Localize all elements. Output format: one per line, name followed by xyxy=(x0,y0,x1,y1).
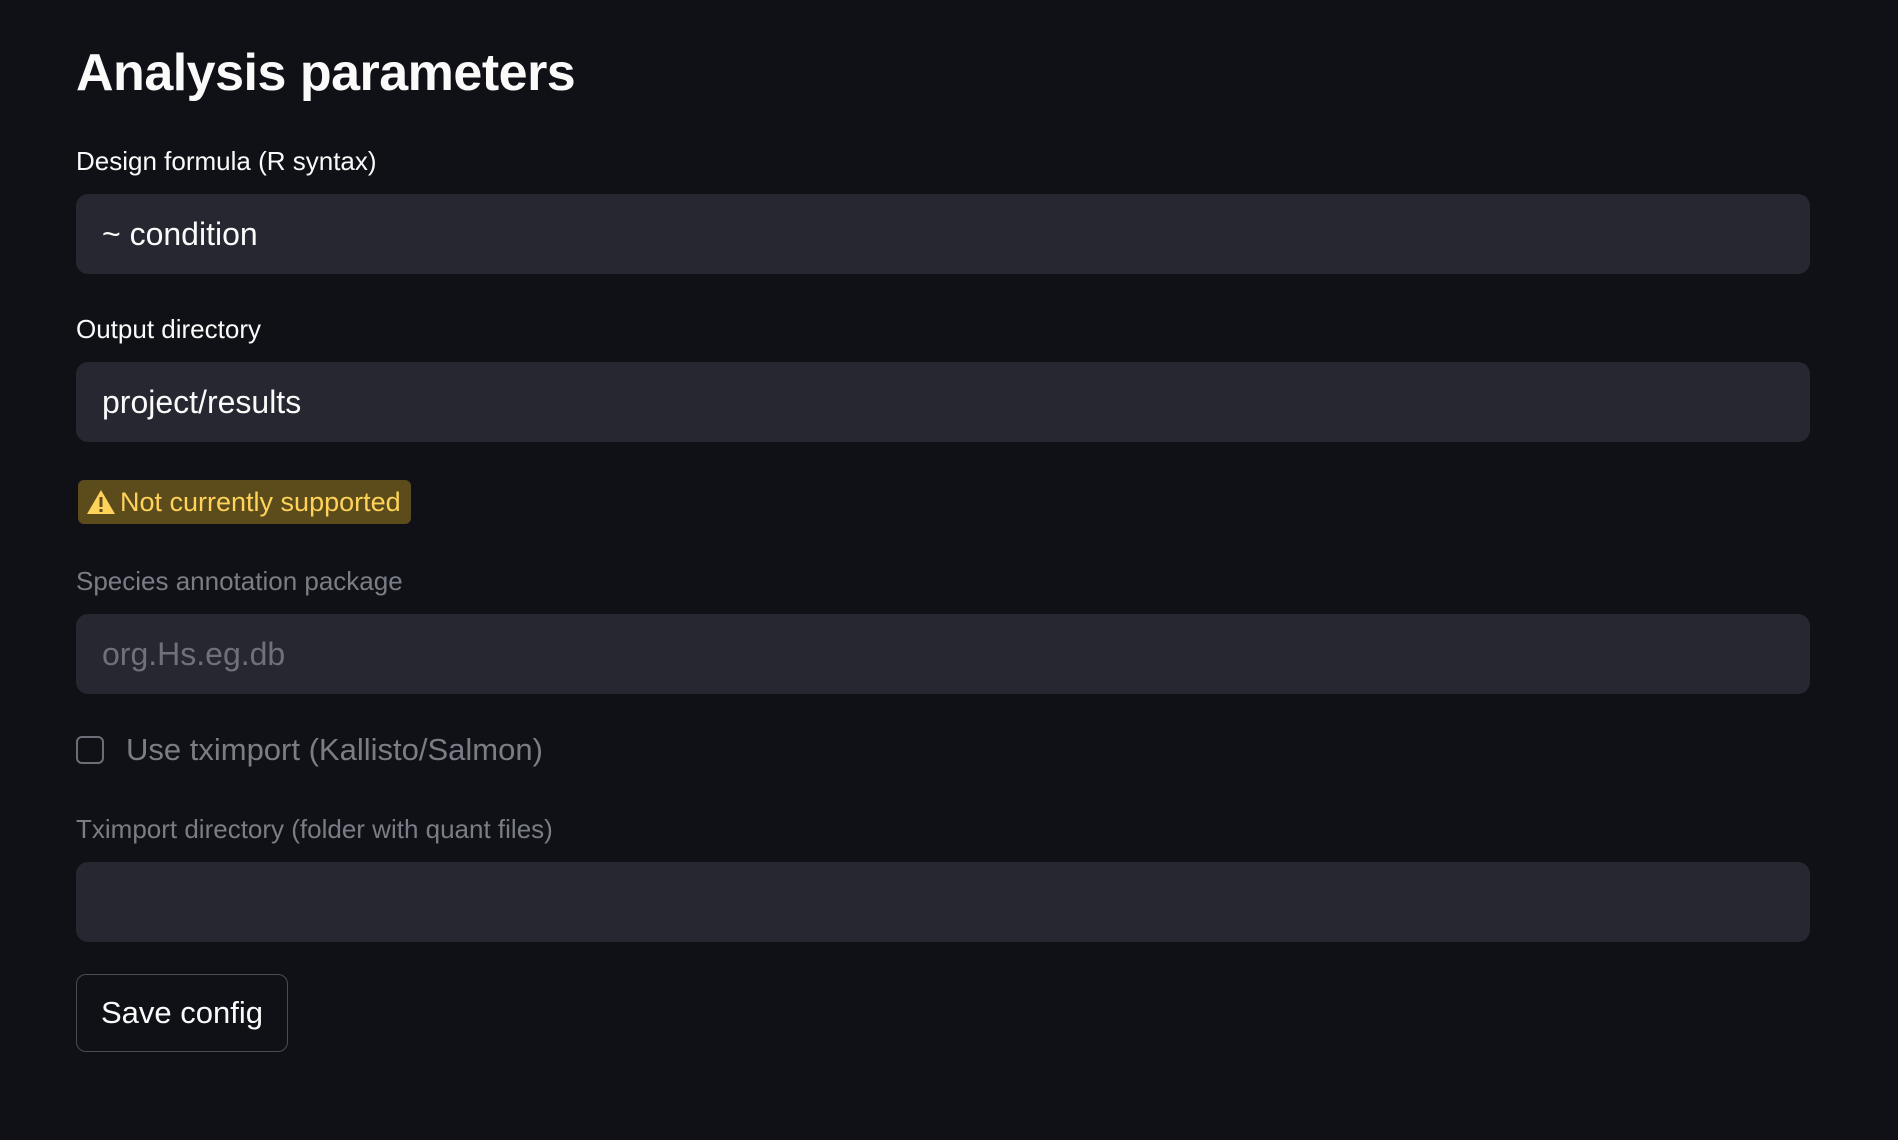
design-formula-input[interactable]: ~ condition xyxy=(76,194,1810,274)
use-tximport-checkbox[interactable] xyxy=(76,736,104,764)
not-supported-text: Not currently supported xyxy=(120,486,401,517)
output-directory-input[interactable]: project/results xyxy=(76,362,1810,442)
tximport-directory-input[interactable] xyxy=(76,862,1810,942)
save-config-button[interactable]: Save config xyxy=(76,974,288,1052)
output-directory-label: Output directory xyxy=(76,314,261,344)
species-annotation-label: Species annotation package xyxy=(76,566,403,596)
design-formula-label: Design formula (R syntax) xyxy=(76,146,377,176)
page-title: Analysis parameters xyxy=(76,44,576,102)
species-annotation-input[interactable]: org.Hs.eg.db xyxy=(76,614,1810,694)
use-tximport-label: Use tximport (Kallisto/Salmon) xyxy=(126,732,543,767)
tximport-directory-label: Tximport directory (folder with quant fi… xyxy=(76,814,553,844)
use-tximport-row[interactable]: Use tximport (Kallisto/Salmon) xyxy=(76,730,543,770)
not-supported-badge: Not currently supported xyxy=(78,480,411,524)
warning-icon xyxy=(86,488,116,516)
